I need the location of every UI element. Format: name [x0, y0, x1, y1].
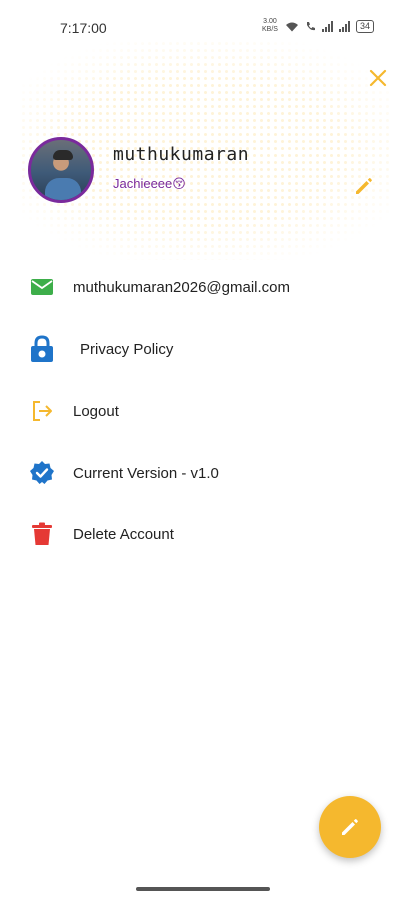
signal-icon — [321, 20, 333, 32]
menu-item-label: Delete Account — [73, 525, 174, 543]
wifi-icon — [285, 22, 298, 31]
menu-item-version[interactable]: Current Version - v1.0 — [0, 453, 404, 493]
menu-item-logout[interactable]: Logout — [0, 391, 404, 431]
menu-item-privacy-policy[interactable]: Privacy Policy — [0, 329, 404, 369]
status-time: 7:17:00 — [60, 20, 107, 36]
menu-item-label: Current Version - v1.0 — [73, 464, 219, 482]
menu-item-label: Logout — [73, 402, 119, 420]
lock-icon — [28, 335, 56, 363]
status-icons: 3.00 KB/S 34 — [261, 18, 374, 34]
battery-icon: 34 — [355, 19, 374, 33]
call-icon — [306, 21, 315, 30]
close-button[interactable] — [364, 64, 392, 92]
signal-icon-2 — [338, 20, 350, 32]
home-indicator[interactable] — [136, 887, 270, 891]
menu-item-delete-account[interactable]: Delete Account — [0, 514, 404, 554]
network-speed: 3.00 KB/S — [262, 18, 278, 33]
pencil-icon — [342, 819, 358, 835]
fab-edit-button[interactable] — [319, 796, 381, 858]
profile-nickname: Jachieeee😚 — [113, 176, 186, 191]
profile-name: muthukumaran — [113, 144, 250, 165]
verified-icon — [28, 459, 56, 487]
pencil-icon — [356, 178, 372, 194]
logout-icon — [28, 397, 56, 425]
edit-profile-button[interactable] — [350, 172, 378, 200]
email-icon — [28, 273, 56, 301]
trash-icon — [28, 520, 56, 548]
close-icon — [369, 69, 387, 87]
menu-item-email[interactable]: muthukumaran2026@gmail.com — [0, 267, 404, 307]
menu-item-label: Privacy Policy — [80, 340, 174, 358]
menu-item-label: muthukumaran2026@gmail.com — [73, 278, 290, 296]
avatar — [28, 137, 94, 203]
